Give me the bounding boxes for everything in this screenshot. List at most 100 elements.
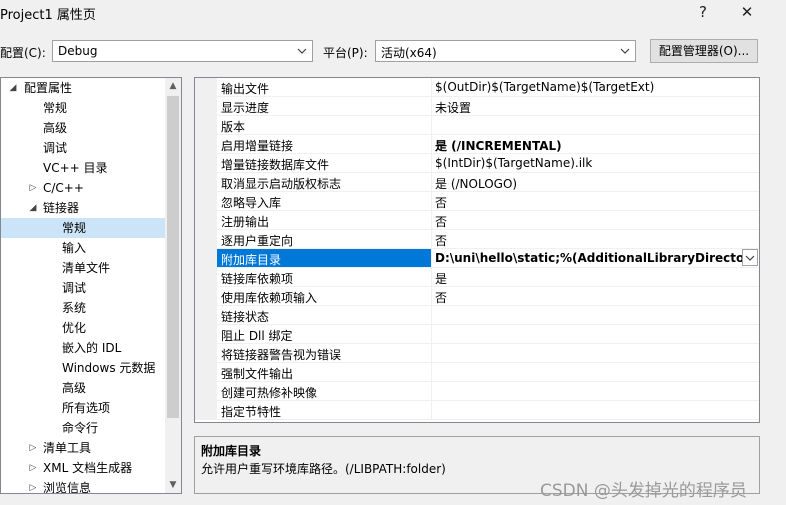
- property-row[interactable]: 使用库依赖项输入 否: [195, 287, 759, 306]
- property-value[interactable]: $(IntDir)$(TargetName).ilk: [435, 156, 745, 170]
- description-title: 附加库目录: [201, 444, 262, 458]
- expanded-arrow-icon[interactable]: ◢: [7, 78, 19, 98]
- close-button[interactable]: ✕: [732, 2, 762, 24]
- property-row[interactable]: 忽略导入库 否: [195, 192, 759, 211]
- tree-item-linker-system[interactable]: 系统: [1, 298, 166, 318]
- tree-item-linker-general[interactable]: 常规: [1, 218, 166, 238]
- property-row[interactable]: 将链接器警告视为错误: [195, 344, 759, 363]
- tree-item-debugging[interactable]: 调试: [1, 138, 166, 158]
- tree-item-linker-command-line[interactable]: 命令行: [1, 418, 166, 438]
- property-row[interactable]: 增量链接数据库文件 $(IntDir)$(TargetName).ilk: [195, 154, 759, 173]
- property-row[interactable]: 输出文件 $(OutDir)$(TargetName)$(TargetExt): [195, 78, 759, 97]
- expanded-arrow-icon[interactable]: ◢: [27, 198, 39, 218]
- description-text: 允许用户重写环境库路径。(/LIBPATH:folder): [201, 462, 446, 476]
- property-value[interactable]: 否: [435, 194, 745, 211]
- scroll-down-icon[interactable]: ▼: [165, 477, 181, 493]
- platform-select[interactable]: 活动(x64): [375, 40, 636, 62]
- property-value[interactable]: 是 (/INCREMENTAL): [435, 137, 745, 154]
- property-name: 创建可热修补映像: [221, 386, 318, 400]
- tree-item-advanced[interactable]: 高级: [1, 118, 166, 138]
- collapsed-arrow-icon[interactable]: ▷: [27, 478, 39, 493]
- property-name: 显示进度: [221, 101, 270, 115]
- property-row[interactable]: 显示进度 未设置: [195, 97, 759, 116]
- tree-item-label: VC++ 目录: [43, 161, 108, 175]
- window-title: Project1 属性页: [0, 8, 96, 23]
- tree-item-label: 所有选项: [62, 401, 111, 415]
- tree-item-c-cpp[interactable]: ▷ C/C++: [1, 178, 166, 198]
- collapsed-arrow-icon[interactable]: ▷: [27, 458, 39, 478]
- tree-item-label: 常规: [43, 101, 68, 115]
- property-row-selected[interactable]: 附加库目录 D:\uni\hello\static;%(AdditionalLi…: [195, 249, 759, 268]
- config-select[interactable]: Debug: [52, 40, 313, 62]
- tree-item-xml-doc-generator[interactable]: ▷ XML 文档生成器: [1, 458, 166, 478]
- chevron-down-icon: [297, 48, 307, 54]
- tree-item-label: 系统: [62, 301, 87, 315]
- property-value[interactable]: 是: [435, 270, 745, 287]
- property-row[interactable]: 启用增量链接 是 (/INCREMENTAL): [195, 135, 759, 154]
- tree-item-linker-input[interactable]: 输入: [1, 238, 166, 258]
- tree-item-label: XML 文档生成器: [43, 461, 133, 475]
- property-row[interactable]: 注册输出 否: [195, 211, 759, 230]
- tree-item-linker-advanced[interactable]: 高级: [1, 378, 166, 398]
- property-tree[interactable]: ◢ 配置属性 常规 高级 调试 VC++ 目录 ▷ C/C++ ◢ 链接器 常规…: [0, 77, 182, 494]
- property-name: 注册输出: [221, 215, 270, 229]
- property-value[interactable]: $(OutDir)$(TargetName)$(TargetExt): [435, 80, 745, 94]
- property-value[interactable]: 否: [435, 289, 745, 306]
- property-name: 输出文件: [221, 82, 270, 96]
- property-row[interactable]: 版本: [195, 116, 759, 135]
- tree-item-label: 命令行: [62, 421, 99, 435]
- collapsed-arrow-icon[interactable]: ▷: [27, 438, 39, 458]
- property-row[interactable]: 链接状态: [195, 306, 759, 325]
- property-name: 忽略导入库: [221, 196, 282, 210]
- property-name: 强制文件输出: [221, 367, 294, 381]
- tree-item-linker-debugging[interactable]: 调试: [1, 278, 166, 298]
- chevron-down-icon: [745, 255, 755, 261]
- tree-item-linker-manifest[interactable]: 清单文件: [1, 258, 166, 278]
- tree-item-browse-info[interactable]: ▷ 浏览信息: [1, 478, 166, 493]
- tree-item-label: 优化: [62, 321, 87, 335]
- property-name: 链接状态: [221, 310, 270, 324]
- property-value[interactable]: 是 (/NOLOGO): [435, 175, 745, 192]
- property-name: 附加库目录: [221, 253, 282, 267]
- tree-item-linker-all-options[interactable]: 所有选项: [1, 398, 166, 418]
- property-row[interactable]: 强制文件输出: [195, 363, 759, 382]
- property-row[interactable]: 链接库依赖项 是: [195, 268, 759, 287]
- property-row[interactable]: 创建可热修补映像: [195, 382, 759, 401]
- tree-item-linker-optimization[interactable]: 优化: [1, 318, 166, 338]
- tree-scrollbar[interactable]: ▲ ▼: [165, 78, 181, 493]
- property-name: 启用增量链接: [221, 139, 294, 153]
- configuration-manager-button[interactable]: 配置管理器(O)...: [650, 39, 758, 63]
- tree-item-manifest-tool[interactable]: ▷ 清单工具: [1, 438, 166, 458]
- property-name: 阻止 Dll 绑定: [221, 329, 293, 343]
- value-dropdown-button[interactable]: [742, 249, 758, 266]
- tree-item-general[interactable]: 常规: [1, 98, 166, 118]
- property-value[interactable]: D:\uni\hello\static;%(AdditionalLibraryD…: [435, 251, 743, 265]
- tree-item-linker-embedded-idl[interactable]: 嵌入的 IDL: [1, 338, 166, 358]
- property-name: 取消显示启动版权标志: [221, 177, 342, 191]
- help-button[interactable]: ?: [688, 2, 718, 24]
- scroll-up-icon[interactable]: ▲: [165, 78, 181, 94]
- tree-item-label: 调试: [43, 141, 68, 155]
- property-row[interactable]: 取消显示启动版权标志 是 (/NOLOGO): [195, 173, 759, 192]
- platform-value: 活动(x64): [381, 46, 437, 60]
- tree-item-label: 高级: [43, 121, 68, 135]
- tree-item-config-properties[interactable]: ◢ 配置属性: [1, 78, 166, 98]
- property-row[interactable]: 阻止 Dll 绑定: [195, 325, 759, 344]
- property-row[interactable]: 指定节特性: [195, 401, 759, 420]
- property-grid[interactable]: 输出文件 $(OutDir)$(TargetName)$(TargetExt) 显…: [194, 77, 760, 423]
- property-row[interactable]: 逐用户重定向 否: [195, 230, 759, 249]
- scrollbar-thumb[interactable]: [167, 96, 179, 418]
- tree-item-label: 嵌入的 IDL: [62, 341, 122, 355]
- tree-item-vc-directories[interactable]: VC++ 目录: [1, 158, 166, 178]
- tree-item-linker-windows-metadata[interactable]: Windows 元数据: [1, 358, 166, 378]
- platform-label: 平台(P):: [323, 46, 368, 60]
- property-name: 指定节特性: [221, 405, 282, 419]
- collapsed-arrow-icon[interactable]: ▷: [27, 178, 39, 198]
- watermark: CSDN @头发掉光的程序员: [540, 481, 747, 501]
- tree-item-label: 链接器: [43, 201, 80, 215]
- tree-item-linker[interactable]: ◢ 链接器: [1, 198, 166, 218]
- property-value[interactable]: 否: [435, 232, 745, 249]
- property-value[interactable]: 未设置: [435, 99, 745, 116]
- tree-item-label: 输入: [62, 241, 87, 255]
- property-value[interactable]: 否: [435, 213, 745, 230]
